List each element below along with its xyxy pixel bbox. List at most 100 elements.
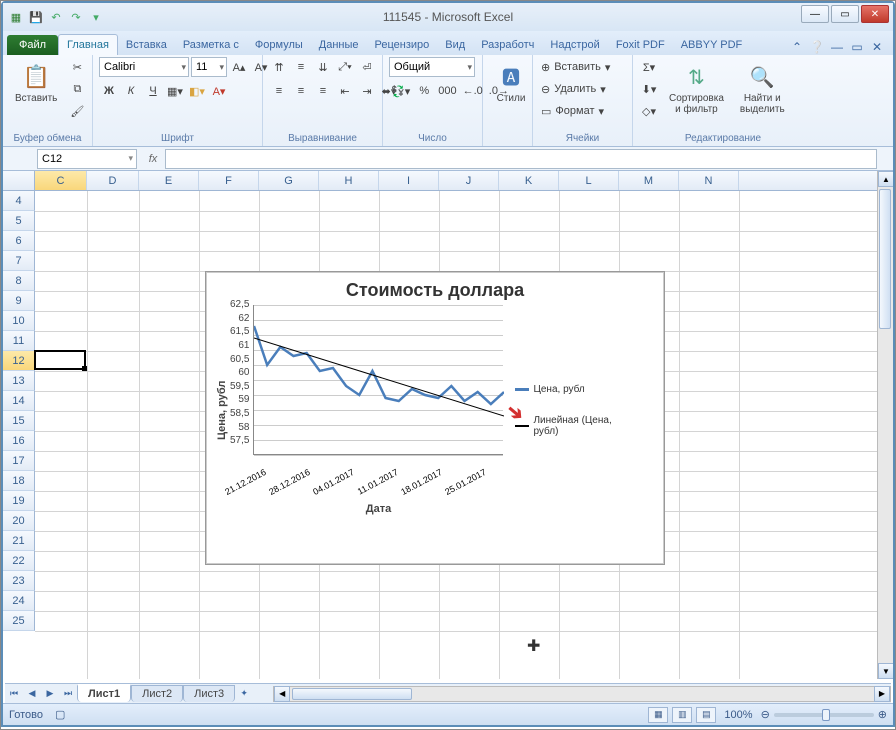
tab-home[interactable]: Главная — [58, 34, 118, 55]
tab-review[interactable]: Рецензиро — [367, 35, 438, 55]
doc-restore-icon[interactable]: ▭ — [849, 39, 865, 55]
tab-foxit[interactable]: Foxit PDF — [608, 35, 673, 55]
align-right-button[interactable]: ≡ — [313, 81, 333, 101]
align-middle-button[interactable]: ≡ — [291, 57, 311, 77]
row-header[interactable]: 13 — [3, 371, 35, 391]
row-header[interactable]: 8 — [3, 271, 35, 291]
redo-icon[interactable]: ↷ — [67, 8, 85, 26]
row-header[interactable]: 18 — [3, 471, 35, 491]
format-painter-button[interactable]: 🖌 — [67, 101, 87, 121]
row-header[interactable]: 24 — [3, 591, 35, 611]
worksheet-grid[interactable]: CDEFGHIJKLMN 456789101112131415161718192… — [3, 171, 893, 679]
delete-cells-button[interactable]: ⊖Удалить▾ — [539, 79, 629, 99]
align-top-button[interactable]: ⇈ — [269, 57, 289, 77]
save-icon[interactable]: 💾 — [27, 8, 45, 26]
row-header[interactable]: 9 — [3, 291, 35, 311]
sheet-tab-2[interactable]: Лист2 — [131, 685, 183, 702]
row-header[interactable]: 20 — [3, 511, 35, 531]
border-button[interactable]: ▦▾ — [165, 81, 185, 101]
zoom-level[interactable]: 100% — [724, 709, 752, 721]
row-header[interactable]: 16 — [3, 431, 35, 451]
column-header[interactable]: I — [379, 171, 439, 190]
tab-formulas[interactable]: Формулы — [247, 35, 311, 55]
underline-button[interactable]: Ч — [143, 81, 163, 101]
copy-button[interactable]: ⧉ — [67, 79, 87, 99]
column-header[interactable]: F — [199, 171, 259, 190]
comma-button[interactable]: 000 — [436, 81, 458, 101]
scroll-up-button[interactable]: ▲ — [878, 171, 893, 187]
font-size-combo[interactable]: 11 — [191, 57, 227, 77]
row-header[interactable]: 12 — [3, 351, 35, 371]
normal-view-button[interactable]: ▦ — [648, 707, 668, 723]
row-header[interactable]: 5 — [3, 211, 35, 231]
row-header[interactable]: 15 — [3, 411, 35, 431]
tab-view[interactable]: Вид — [437, 35, 473, 55]
format-cells-button[interactable]: ▭Формат▾ — [539, 101, 629, 121]
doc-minimize-icon[interactable]: — — [829, 39, 845, 55]
name-box[interactable]: C12 — [37, 149, 137, 169]
vertical-scrollbar[interactable]: ▲ ▼ — [877, 171, 893, 679]
row-header[interactable]: 23 — [3, 571, 35, 591]
doc-close-icon[interactable]: ✕ — [869, 39, 885, 55]
new-sheet-button[interactable]: ✦ — [235, 685, 253, 703]
sheet-tab-1[interactable]: Лист1 — [77, 684, 131, 702]
sheet-next-button[interactable]: ▶ — [41, 685, 59, 703]
percent-button[interactable]: % — [414, 81, 434, 101]
row-header[interactable]: 10 — [3, 311, 35, 331]
sheet-prev-button[interactable]: ◀ — [23, 685, 41, 703]
tab-insert[interactable]: Вставка — [118, 35, 175, 55]
chart-object[interactable]: Стоимость доллара Цена, рубл 62,56261,56… — [205, 271, 665, 565]
row-header[interactable]: 19 — [3, 491, 35, 511]
minimize-ribbon-icon[interactable]: ⌃ — [789, 39, 805, 55]
horizontal-scrollbar[interactable]: ◀ ▶ — [273, 686, 891, 702]
number-format-combo[interactable]: Общий — [389, 57, 475, 77]
insert-cells-button[interactable]: ⊕Вставить▾ — [539, 57, 629, 77]
row-header[interactable]: 11 — [3, 331, 35, 351]
styles-button[interactable]: 🅰 Стили — [489, 57, 533, 108]
font-color-button[interactable]: A▾ — [209, 81, 229, 101]
row-header[interactable]: 17 — [3, 451, 35, 471]
cut-button[interactable]: ✂ — [67, 57, 87, 77]
zoom-out-button[interactable]: ⊖ — [761, 708, 770, 721]
undo-icon[interactable]: ↶ — [47, 8, 65, 26]
qat-more-icon[interactable]: ▾ — [87, 8, 105, 26]
page-break-view-button[interactable]: ▤ — [696, 707, 716, 723]
file-tab[interactable]: Файл — [7, 35, 58, 55]
close-button[interactable]: ✕ — [861, 5, 889, 23]
fill-button[interactable]: ⬇▾ — [639, 79, 659, 99]
row-header[interactable]: 14 — [3, 391, 35, 411]
inc-decimal-button[interactable]: ←.0 — [461, 81, 485, 101]
column-header[interactable]: L — [559, 171, 619, 190]
row-header[interactable]: 6 — [3, 231, 35, 251]
bold-button[interactable]: Ж — [99, 81, 119, 101]
indent-inc-button[interactable]: ⇥ — [357, 81, 377, 101]
grow-font-button[interactable]: A▴ — [229, 57, 249, 77]
tab-abbyy[interactable]: ABBYY PDF — [673, 35, 751, 55]
align-center-button[interactable]: ≡ — [291, 81, 311, 101]
currency-button[interactable]: 💱▾ — [389, 81, 412, 101]
wrap-text-button[interactable]: ⏎ — [357, 57, 377, 77]
column-header[interactable]: C — [35, 171, 87, 190]
orientation-button[interactable]: ⤢▾ — [335, 57, 355, 77]
sheet-tab-3[interactable]: Лист3 — [183, 685, 235, 702]
sheet-first-button[interactable]: ⏮ — [5, 685, 23, 703]
column-header[interactable]: H — [319, 171, 379, 190]
page-layout-view-button[interactable]: ▥ — [672, 707, 692, 723]
tab-data[interactable]: Данные — [311, 35, 367, 55]
font-name-combo[interactable]: Calibri — [99, 57, 189, 77]
zoom-in-button[interactable]: ⊕ — [878, 708, 887, 721]
fx-icon[interactable]: fx — [141, 153, 165, 165]
tab-layout[interactable]: Разметка с — [175, 35, 247, 55]
tab-developer[interactable]: Разработч — [473, 35, 542, 55]
sheet-last-button[interactable]: ⏭ — [59, 685, 77, 703]
column-header[interactable]: K — [499, 171, 559, 190]
scroll-left-button[interactable]: ◀ — [274, 686, 290, 702]
clear-button[interactable]: ◇▾ — [639, 101, 659, 121]
align-bottom-button[interactable]: ⇊ — [313, 57, 333, 77]
row-header[interactable]: 21 — [3, 531, 35, 551]
align-left-button[interactable]: ≡ — [269, 81, 289, 101]
row-header[interactable]: 25 — [3, 611, 35, 631]
column-header[interactable]: M — [619, 171, 679, 190]
help-icon[interactable]: ❔ — [809, 39, 825, 55]
column-header[interactable]: J — [439, 171, 499, 190]
